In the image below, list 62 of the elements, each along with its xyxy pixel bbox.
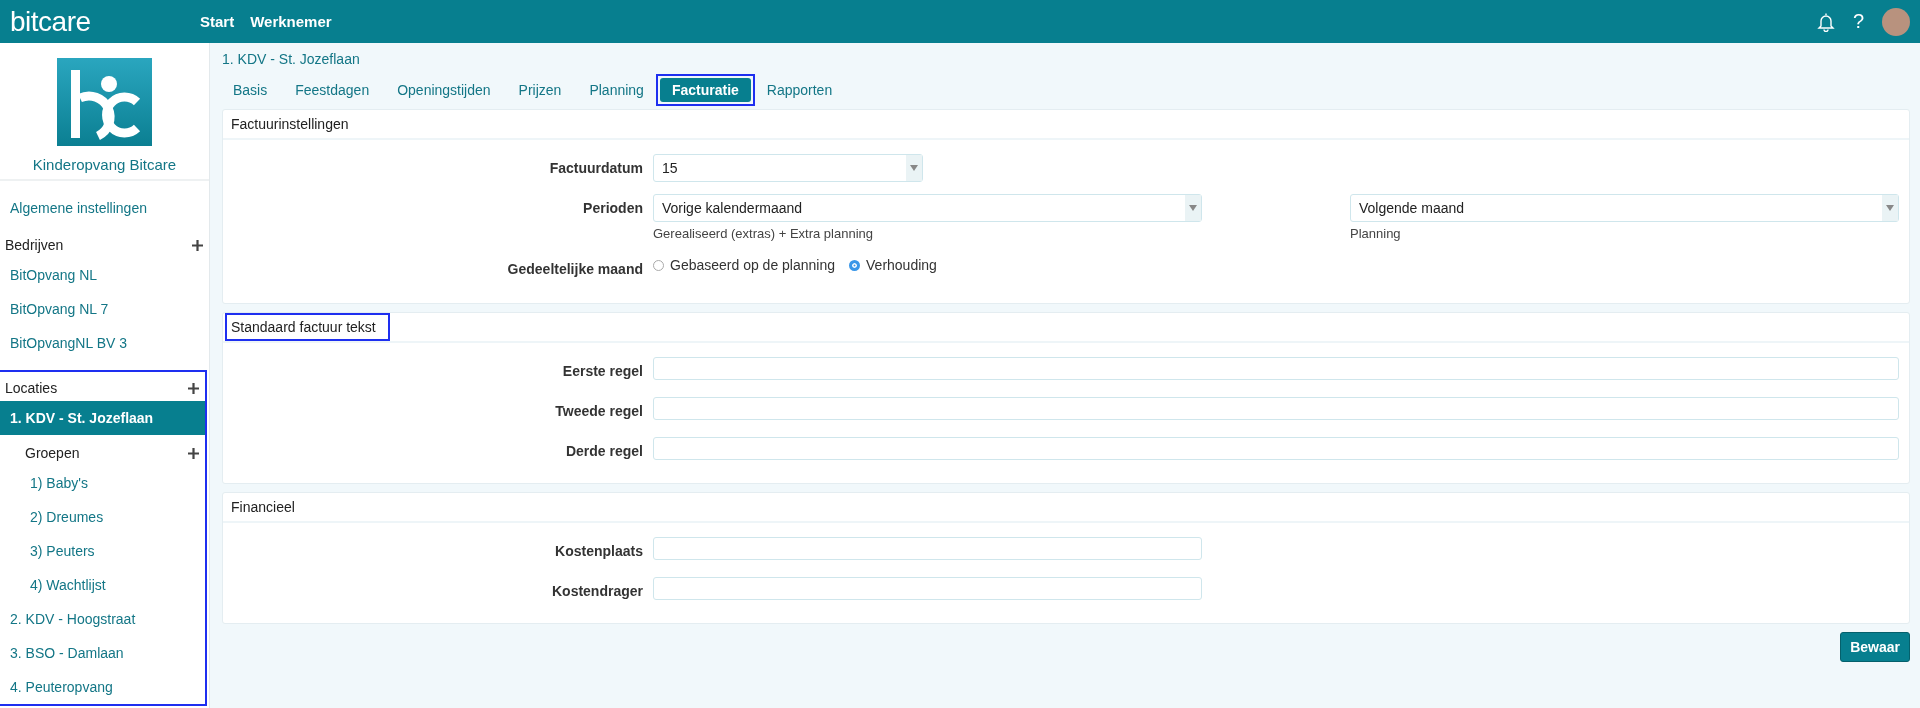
group-title: Groepen bbox=[25, 445, 80, 461]
field-label: Perioden bbox=[582, 199, 643, 218]
field-label: Derde regel bbox=[564, 442, 643, 461]
save-button[interactable]: Bewaar bbox=[1840, 632, 1910, 662]
field-label: Gedeeltelijke maand bbox=[506, 260, 643, 279]
input-field[interactable] bbox=[653, 577, 1202, 600]
breadcrumb: 1. KDV - St. Jozeflaan bbox=[222, 50, 361, 69]
sidebar-item[interactable]: 4. Peuteropvang bbox=[0, 670, 205, 704]
radio-label: Gebaseerd op de planning bbox=[670, 257, 836, 273]
caret-icon bbox=[1189, 205, 1197, 211]
avatar[interactable] bbox=[1882, 7, 1910, 36]
section-title: Locaties bbox=[5, 380, 58, 396]
radio-button[interactable] bbox=[849, 259, 861, 271]
tab[interactable]: Openingstijden bbox=[385, 78, 503, 102]
organization-name: Kinderopvang Bitcare bbox=[32, 156, 177, 173]
nav-link[interactable]: Werknemer bbox=[250, 13, 332, 30]
caret-icon bbox=[910, 165, 918, 171]
dropdown[interactable]: Volgende maand bbox=[1350, 194, 1899, 222]
hint-text: Planning bbox=[1350, 226, 1402, 241]
sidebar-item[interactable]: 3) Peuters bbox=[0, 534, 205, 568]
card-title: Factuurinstellingen bbox=[230, 115, 350, 134]
input-field[interactable] bbox=[653, 357, 1899, 380]
sidebar-item[interactable]: 3. BSO - Damlaan bbox=[0, 636, 205, 670]
caret-icon bbox=[1886, 205, 1894, 211]
sidebar-item[interactable]: BitOpvangNL BV 3 bbox=[0, 326, 209, 360]
plus-icon[interactable] bbox=[192, 239, 203, 251]
field-label: Factuurdatum bbox=[548, 159, 643, 178]
input-field[interactable] bbox=[653, 437, 1899, 460]
plus-icon[interactable] bbox=[188, 447, 199, 459]
card-title: Standaard factuur tekst bbox=[227, 315, 388, 339]
section-title: Bedrijven bbox=[5, 237, 64, 253]
sidebar-item[interactable]: BitOpvang NL bbox=[0, 258, 209, 292]
dropdown[interactable]: 15 bbox=[653, 154, 923, 182]
tab[interactable]: Prijzen bbox=[506, 78, 574, 102]
radio-button[interactable] bbox=[653, 259, 664, 271]
sidebar-item[interactable]: 1. KDV - St. Jozeflaan bbox=[0, 401, 205, 435]
field-label: Kostendrager bbox=[550, 582, 643, 601]
nav-link[interactable]: Start bbox=[200, 13, 235, 30]
sidebar-link[interactable]: Algemene instellingen bbox=[0, 191, 209, 225]
field-label: Tweede regel bbox=[554, 402, 643, 421]
sidebar-item[interactable]: BitOpvang NL 7 bbox=[0, 292, 209, 326]
bell-icon[interactable] bbox=[1816, 11, 1835, 32]
field-label: Eerste regel bbox=[561, 362, 643, 381]
tab[interactable]: Facturatie bbox=[659, 78, 751, 102]
tab[interactable]: Feestdagen bbox=[283, 78, 382, 102]
field-label: Kostenplaats bbox=[554, 542, 643, 561]
sidebar-item[interactable]: 2. KDV - Hoogstraat bbox=[0, 602, 205, 636]
radio-label: Verhouding bbox=[866, 257, 937, 273]
tab[interactable]: Rapporten bbox=[754, 78, 845, 102]
hint-text: Gerealiseerd (extras) + Extra planning bbox=[653, 226, 875, 241]
dropdown[interactable]: Vorige kalendermaand bbox=[653, 194, 1202, 222]
plus-icon[interactable] bbox=[188, 382, 199, 394]
sidebar-item[interactable]: 1) Baby's bbox=[0, 466, 205, 500]
tab[interactable]: Planning bbox=[577, 78, 656, 102]
input-field[interactable] bbox=[653, 537, 1202, 560]
card-title: Financieel bbox=[230, 498, 296, 517]
help-icon[interactable]: ? bbox=[1852, 10, 1864, 33]
sidebar-item[interactable]: 2) Dreumes bbox=[0, 500, 205, 534]
input-field[interactable] bbox=[653, 397, 1899, 420]
tab[interactable]: Basis bbox=[221, 78, 280, 102]
logo-text[interactable]: bitcare bbox=[10, 5, 200, 38]
sidebar-item[interactable]: 4) Wachtlijst bbox=[0, 568, 205, 602]
